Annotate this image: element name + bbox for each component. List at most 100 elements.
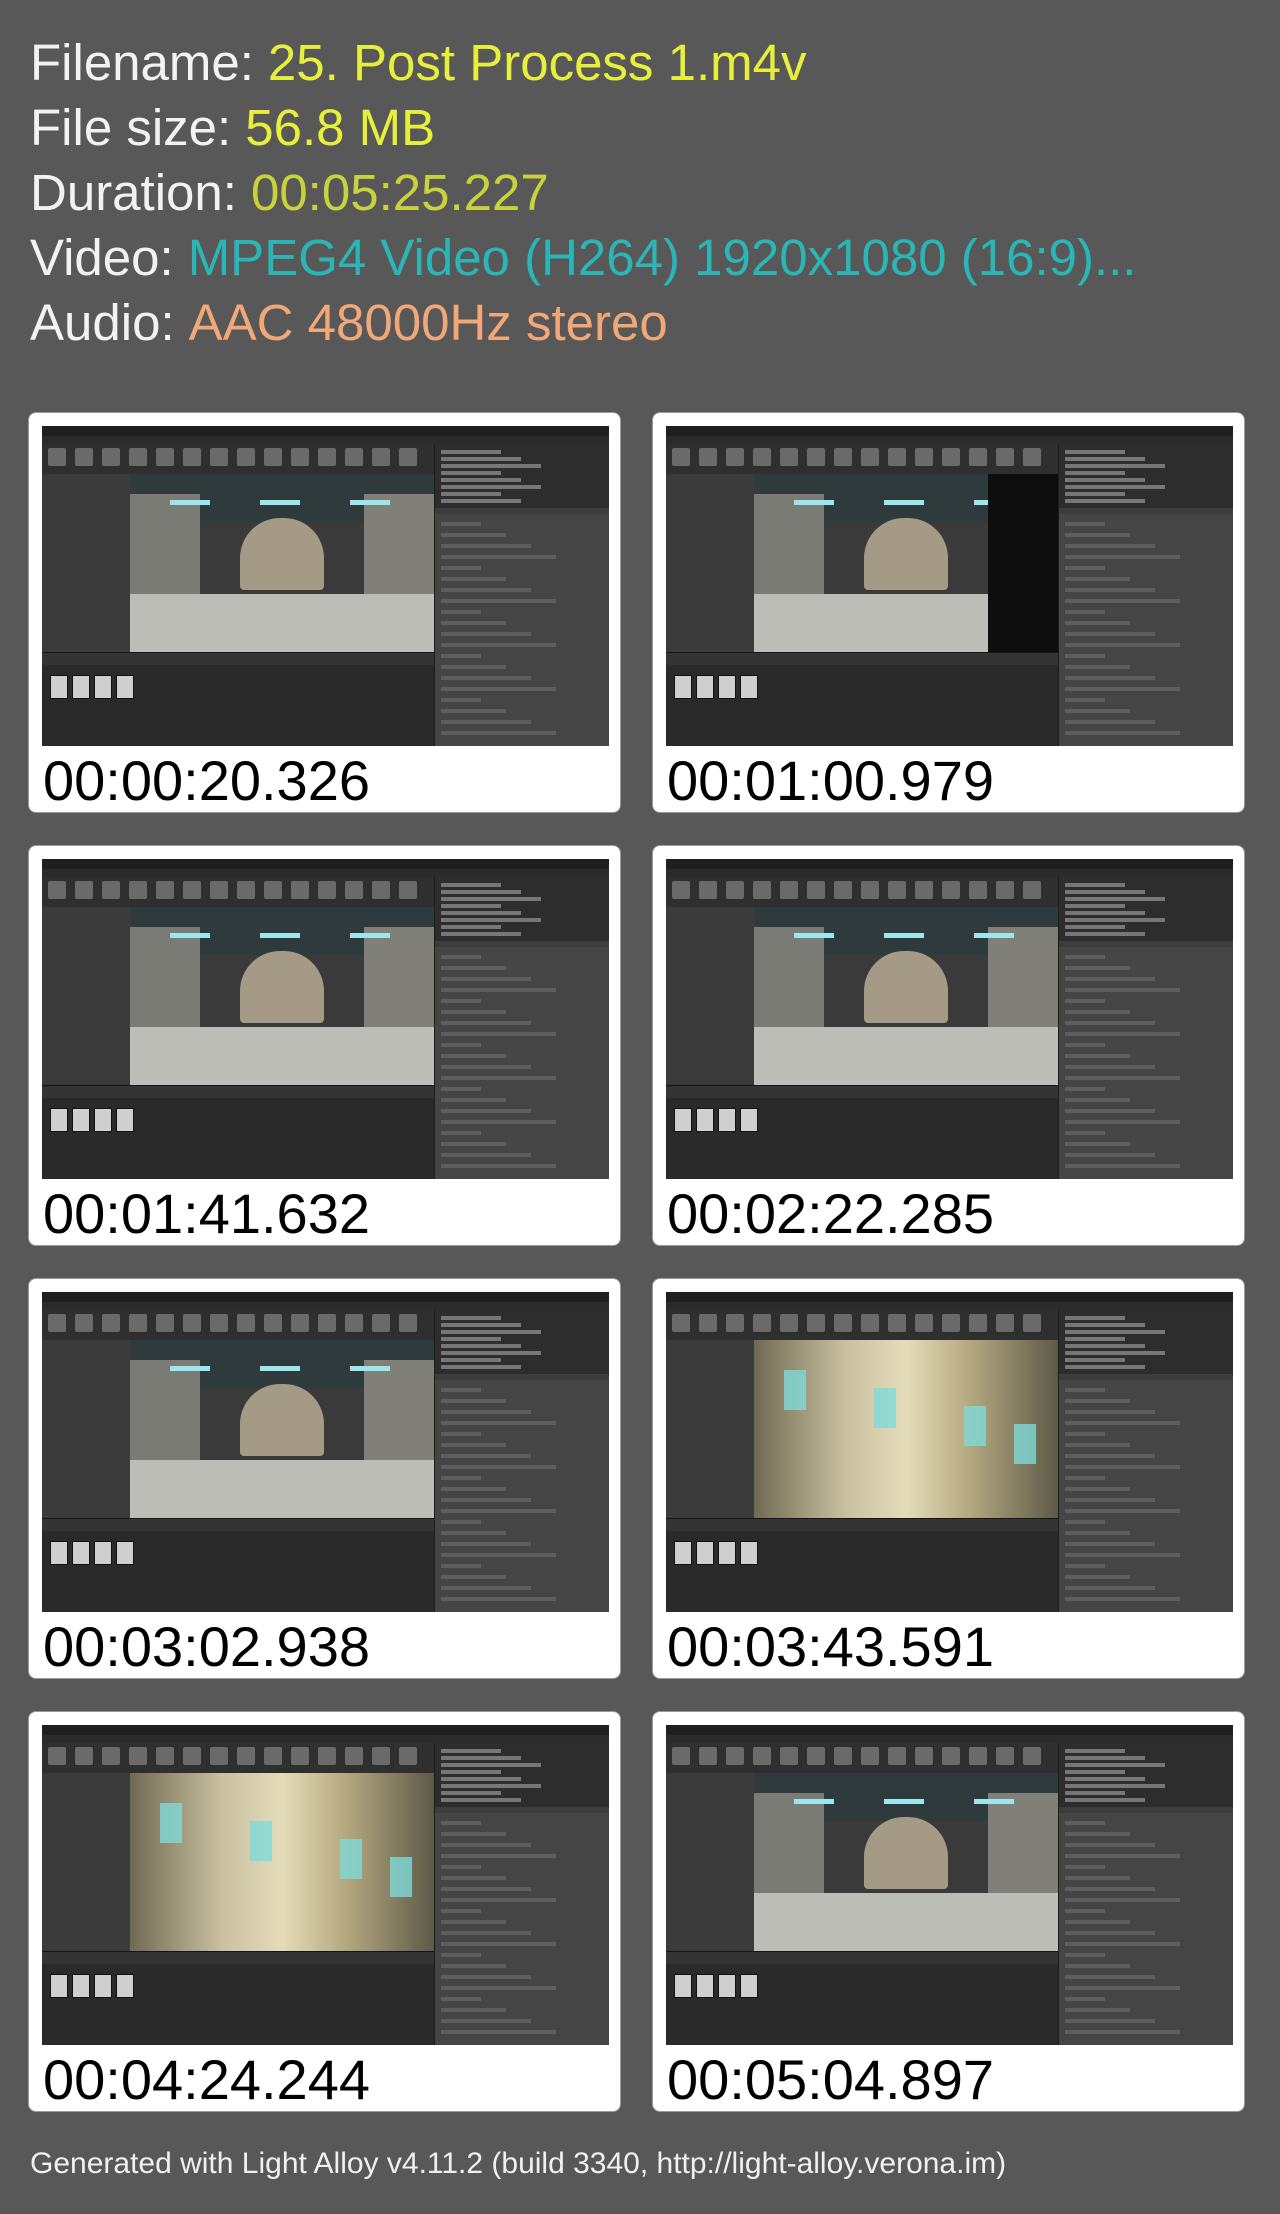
- outliner-row: [1065, 1749, 1125, 1753]
- scene-light: [260, 1366, 300, 1371]
- toolbar-button-icon: [210, 1314, 228, 1332]
- scene-light: [170, 500, 210, 505]
- details-row: [441, 1010, 506, 1014]
- content-browser-toolbar: [666, 1086, 1058, 1098]
- audio-label: Audio:: [30, 294, 175, 351]
- details-row: [441, 1021, 531, 1025]
- details-row: [441, 1153, 531, 1157]
- editor-titlebar: [42, 1292, 609, 1302]
- outliner-row: [1065, 1316, 1125, 1320]
- details-row: [1065, 1997, 1105, 2001]
- outliner-row: [1065, 450, 1125, 454]
- toolbar-button-icon: [129, 1314, 147, 1332]
- asset-thumbnail-icon: [72, 675, 90, 699]
- details-row: [1065, 955, 1105, 959]
- details-row: [1065, 1087, 1105, 1091]
- frame-timestamp: 00:01:41.632: [43, 1182, 370, 1245]
- outliner-row: [1065, 1351, 1165, 1355]
- details-row: [441, 1964, 506, 1968]
- outliner-row: [1065, 925, 1125, 929]
- toolbar-button-icon: [102, 448, 120, 466]
- details-row: [441, 632, 531, 636]
- details-row: [1065, 1432, 1105, 1436]
- scene-floor: [754, 1027, 1058, 1085]
- scene-light: [260, 500, 300, 505]
- outliner-row: [1065, 1358, 1125, 1362]
- outliner-row: [1065, 499, 1145, 503]
- details-row: [441, 955, 481, 959]
- video-frame: [42, 426, 609, 746]
- details-row: [441, 1586, 531, 1590]
- asset-thumbnail-icon: [50, 1108, 68, 1132]
- outliner-row: [1065, 464, 1165, 468]
- details-row: [1065, 966, 1130, 970]
- frame-timestamp: 00:03:02.938: [43, 1615, 370, 1678]
- outliner-row: [1065, 1344, 1145, 1348]
- editor-modes-panel: [666, 474, 755, 652]
- details-row: [441, 2030, 556, 2034]
- asset-thumbnail-icon: [718, 1108, 736, 1132]
- details-row: [1065, 2008, 1130, 2012]
- toolbar-button-icon: [996, 1747, 1014, 1765]
- frame-timestamp: 00:04:24.244: [43, 2048, 370, 2111]
- content-browser: [42, 652, 434, 746]
- asset-thumbnail-icon: [116, 675, 134, 699]
- editor-side-panel: [434, 1743, 609, 2045]
- toolbar-button-icon: [942, 1314, 960, 1332]
- toolbar-button-icon: [996, 1314, 1014, 1332]
- outliner-row: [1065, 478, 1145, 482]
- frame-timestamp: 00:01:00.979: [667, 749, 994, 812]
- toolbar-button-icon: [888, 881, 906, 899]
- outliner-row: [441, 499, 521, 503]
- details-row: [441, 588, 531, 592]
- filesize-label: File size:: [30, 99, 232, 156]
- video-frame: [42, 1292, 609, 1612]
- toolbar-button-icon: [75, 1747, 93, 1765]
- details-row: [1065, 1986, 1180, 1990]
- toolbar-button-icon: [48, 881, 66, 899]
- details-row: [441, 1043, 481, 1047]
- outliner-row: [441, 1344, 521, 1348]
- outliner-row: [441, 1749, 501, 1753]
- details-row: [1065, 1021, 1155, 1025]
- outliner-row: [441, 1791, 501, 1795]
- details-row: [441, 1520, 481, 1524]
- editor-viewport: [754, 907, 1058, 1085]
- scene-floor: [754, 1893, 1058, 1951]
- outliner-row: [441, 1358, 501, 1362]
- toolbar-button-icon: [399, 881, 417, 899]
- asset-thumbnail-icon: [696, 675, 714, 699]
- outliner-row: [1065, 1777, 1145, 1781]
- details-row: [441, 1388, 481, 1392]
- details-row: [1065, 610, 1105, 614]
- details-row: [1065, 1098, 1130, 1102]
- asset-thumbnail-icon: [94, 1108, 112, 1132]
- details-row: [1065, 1942, 1180, 1946]
- details-row: [441, 1821, 481, 1825]
- details-row: [441, 1986, 556, 1990]
- toolbar-button-icon: [102, 881, 120, 899]
- light-streak: [340, 1839, 362, 1879]
- outliner-row: [1065, 1763, 1165, 1767]
- scene-light: [884, 933, 924, 938]
- toolbar-button-icon: [75, 881, 93, 899]
- details-row: [1065, 1076, 1180, 1080]
- outliner-row: [1065, 911, 1145, 915]
- details-row: [441, 1076, 556, 1080]
- world-outliner: [435, 444, 609, 508]
- editor-side-panel: [434, 444, 609, 746]
- content-browser: [666, 1085, 1058, 1179]
- toolbar-button-icon: [318, 1747, 336, 1765]
- toolbar-button-icon: [210, 881, 228, 899]
- editor-menubar: [666, 436, 1233, 444]
- editor-modes-panel: [42, 1773, 131, 1951]
- scene-door: [864, 1817, 948, 1889]
- frame-timestamp: 00:00:20.326: [43, 749, 370, 812]
- details-row: [1065, 1843, 1155, 1847]
- toolbar-button-icon: [318, 448, 336, 466]
- light-streak: [1014, 1424, 1036, 1464]
- details-row: [441, 1575, 506, 1579]
- details-row: [1065, 1388, 1105, 1392]
- content-browser-toolbar: [666, 1519, 1058, 1531]
- content-browser: [666, 1951, 1058, 2045]
